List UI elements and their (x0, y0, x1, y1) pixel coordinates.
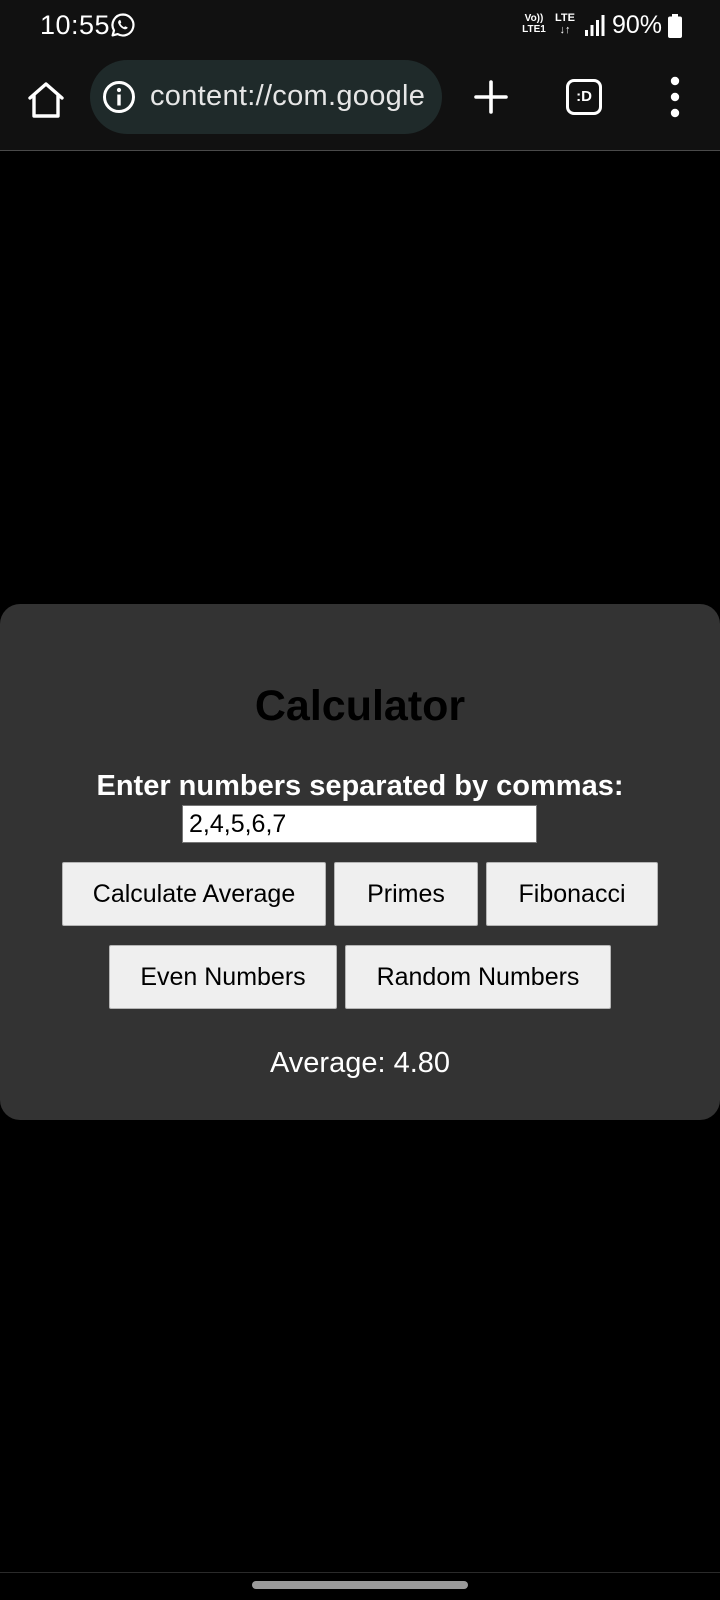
info-icon[interactable] (102, 80, 136, 114)
numbers-label: Enter numbers separated by commas: (96, 770, 624, 802)
random-numbers-button[interactable]: Random Numbers (345, 945, 611, 1009)
screen: 10:55 Vo)) LTE1 LTE ↓↑ 90% content://com… (0, 0, 720, 1600)
more-vert-icon[interactable] (660, 74, 690, 120)
home-icon[interactable] (22, 76, 70, 124)
whatsapp-icon (111, 13, 135, 37)
lte-icon: LTE ↓↑ (552, 12, 578, 40)
url-bar[interactable]: content://com.google (90, 60, 442, 134)
home-indicator[interactable] (252, 1581, 468, 1589)
result-text: Average: 4.80 (269, 1047, 451, 1079)
calculator-title: Calculator (254, 682, 466, 730)
numbers-input[interactable] (182, 805, 537, 843)
status-time: 10:55 (40, 10, 111, 40)
volte-icon: Vo)) LTE1 (521, 13, 547, 39)
lte-label: LTE (555, 12, 575, 24)
battery-icon (668, 14, 682, 38)
volte-top-label: Vo)) (524, 13, 544, 24)
tabs-icon[interactable]: :D (566, 79, 602, 115)
even-numbers-button[interactable]: Even Numbers (109, 945, 337, 1009)
signal-icon (585, 15, 605, 36)
battery-percent: 90% (612, 11, 663, 39)
lte-arrows: ↓↑ (559, 24, 571, 36)
volte-bottom-label: LTE1 (522, 24, 546, 35)
primes-button[interactable]: Primes (334, 862, 478, 926)
calculator-card: Calculator Enter numbers separated by co… (0, 604, 720, 1120)
calculate-average-button[interactable]: Calculate Average (62, 862, 326, 926)
plus-icon[interactable] (470, 76, 512, 118)
fibonacci-button[interactable]: Fibonacci (486, 862, 658, 926)
nav-divider (0, 1572, 720, 1573)
browser-toolbar: content://com.google :D (0, 52, 720, 151)
tab-count-label: :D (576, 88, 592, 105)
url-text[interactable]: content://com.google (150, 80, 435, 113)
status-bar: 10:55 Vo)) LTE1 LTE ↓↑ 90% (0, 0, 720, 52)
